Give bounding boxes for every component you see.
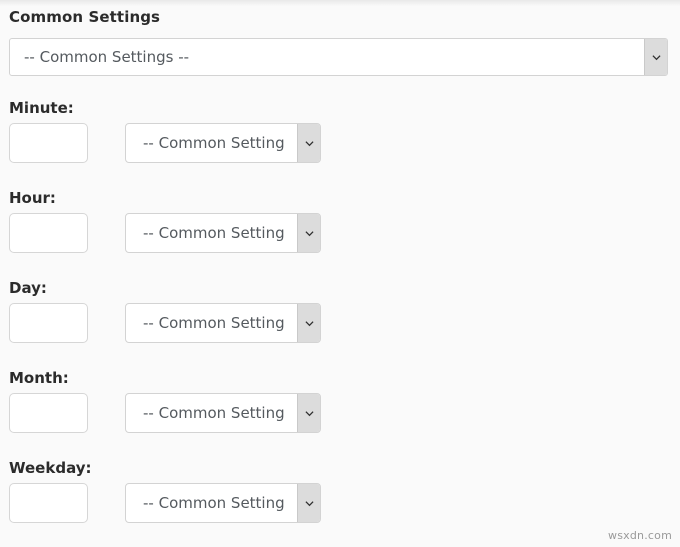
label-minute: Minute:	[9, 99, 74, 117]
page-title: Common Settings	[9, 8, 161, 26]
common-settings-select[interactable]: -- Common Settings --	[9, 38, 668, 76]
chevron-down-icon[interactable]	[297, 304, 320, 342]
month-select-value: -- Common Setting	[143, 404, 285, 422]
day-input[interactable]	[9, 303, 88, 343]
hour-select[interactable]: -- Common Setting	[125, 213, 321, 253]
month-input[interactable]	[9, 393, 88, 433]
chevron-down-icon[interactable]	[297, 124, 320, 162]
common-settings-select-value: -- Common Settings --	[24, 48, 190, 66]
weekday-input[interactable]	[9, 483, 88, 523]
label-day: Day:	[9, 279, 47, 297]
chevron-down-icon[interactable]	[297, 214, 320, 252]
month-select[interactable]: -- Common Setting	[125, 393, 321, 433]
weekday-select[interactable]: -- Common Setting	[125, 483, 321, 523]
label-month: Month:	[9, 369, 69, 387]
minute-select[interactable]: -- Common Setting	[125, 123, 321, 163]
label-hour: Hour:	[9, 189, 56, 207]
minute-input[interactable]	[9, 123, 88, 163]
cron-schedule-form: Common Settings -- Common Settings -- Mi…	[0, 0, 680, 547]
day-select-value: -- Common Setting	[143, 314, 285, 332]
minute-select-value: -- Common Setting	[143, 134, 285, 152]
weekday-select-value: -- Common Setting	[143, 494, 285, 512]
chevron-down-icon[interactable]	[297, 394, 320, 432]
chevron-down-icon[interactable]	[644, 39, 667, 75]
watermark: wsxdn.com	[608, 529, 672, 542]
chevron-down-icon[interactable]	[297, 484, 320, 522]
day-select[interactable]: -- Common Setting	[125, 303, 321, 343]
hour-input[interactable]	[9, 213, 88, 253]
label-weekday: Weekday:	[9, 459, 92, 477]
hour-select-value: -- Common Setting	[143, 224, 285, 242]
